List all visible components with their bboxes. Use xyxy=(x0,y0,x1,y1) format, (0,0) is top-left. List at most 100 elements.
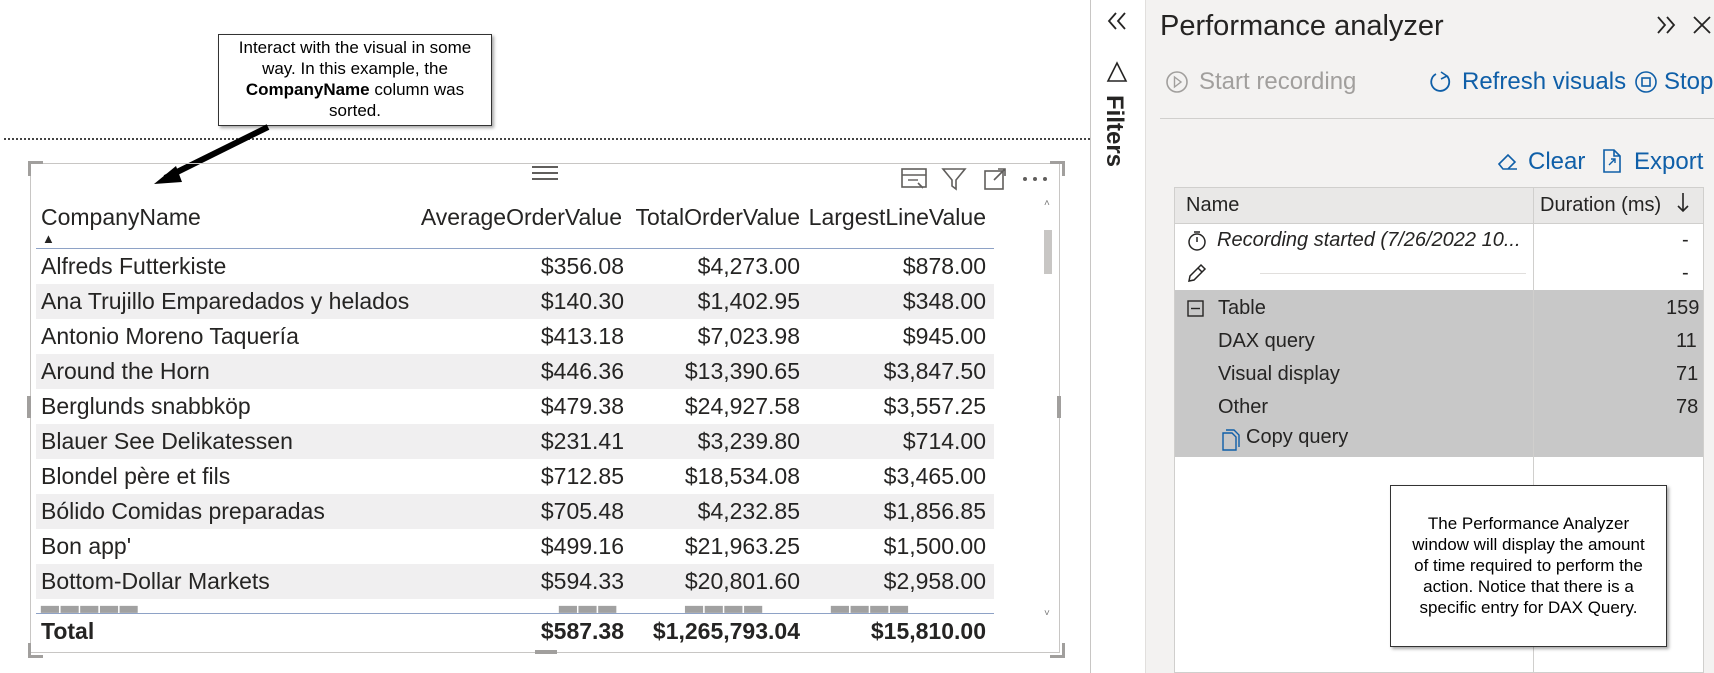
cell-largestlinevalue: $2,958.00 xyxy=(883,568,986,594)
cell-largestlinevalue: $3,465.00 xyxy=(883,463,986,489)
total-averageordervalue: $587.38 xyxy=(540,618,624,644)
chevrons-left-icon[interactable] xyxy=(1104,8,1130,39)
timer-icon xyxy=(1186,229,1208,258)
clear-label: Clear xyxy=(1528,148,1586,175)
cell-companyname: Berglunds snabbköp xyxy=(41,393,251,419)
cell-averageordervalue: $712.85 xyxy=(540,463,624,489)
collapse-icon[interactable] xyxy=(1186,299,1206,324)
resize-handle-top-left[interactable] xyxy=(28,161,43,176)
cell-companyname: Bólido Comidas preparadas xyxy=(41,498,325,524)
cell-totalordervalue: $3,239.80 xyxy=(697,428,800,454)
cell-companyname: Around the Horn xyxy=(41,358,210,384)
sort-ascending-icon: ▲ xyxy=(42,231,55,246)
filter-icon[interactable] xyxy=(941,166,967,197)
cell-companyname: Blondel père et fils xyxy=(41,463,231,489)
recording-started-entry[interactable]: Recording started (7/26/2022 10... xyxy=(1217,229,1521,252)
cell-totalordervalue: $4,273.00 xyxy=(697,253,800,279)
partial-row: ▂▂▂▂▂ ▂▂▂ ▂▂▂▂ ▂▂▂▂ xyxy=(36,604,994,613)
cell-largestlinevalue: $878.00 xyxy=(902,253,986,279)
cell-averageordervalue: $499.16 xyxy=(540,533,624,559)
resize-handle-top-right[interactable] xyxy=(1050,161,1065,176)
annotation-callout-duration: The Performance Analyzer window will dis… xyxy=(1390,485,1667,647)
focus-mode-icon[interactable] xyxy=(982,166,1008,197)
refresh-visuals-label: Refresh visuals xyxy=(1462,68,1627,95)
total-largestlinevalue: $15,810.00 xyxy=(870,618,986,644)
cell-companyname: Ana Trujillo Emparedados y helados xyxy=(41,288,410,314)
user-action-value: - xyxy=(1682,262,1689,284)
cell-companyname: Bottom-Dollar Markets xyxy=(41,568,270,594)
sort-down-icon[interactable] xyxy=(1674,190,1692,221)
other-entry[interactable]: Other xyxy=(1218,396,1268,419)
table-entry[interactable]: Table xyxy=(1218,297,1266,320)
resize-handle-left[interactable] xyxy=(27,396,31,418)
resize-handle-bottom-right[interactable] xyxy=(1050,643,1065,658)
cell-companyname: Bon app' xyxy=(41,533,132,559)
visual-display-entry[interactable]: Visual display xyxy=(1218,363,1340,386)
drag-grip-icon[interactable] xyxy=(531,164,559,187)
cell-totalordervalue: $24,927.58 xyxy=(684,393,800,419)
column-header-largestlinevalue[interactable]: LargestLineValue xyxy=(809,204,986,231)
pencil-icon xyxy=(1186,262,1208,289)
pane-divider xyxy=(1090,0,1091,673)
filters-pane-label[interactable]: Filters xyxy=(1100,95,1128,167)
cell-totalordervalue: $20,801.60 xyxy=(684,568,800,594)
cell-averageordervalue: $446.36 xyxy=(540,358,624,384)
cell-averageordervalue: $140.30 xyxy=(540,288,624,314)
export-icon xyxy=(1603,149,1621,173)
cell-largestlinevalue: $1,500.00 xyxy=(883,533,986,559)
export-label: Export xyxy=(1634,148,1704,175)
copy-icon xyxy=(1222,429,1240,451)
table-scrollbar[interactable]: ˄ ˅ xyxy=(1043,198,1053,619)
cell-averageordervalue: $479.38 xyxy=(540,393,624,419)
total-label: Total xyxy=(41,618,95,644)
pane-title: Performance analyzer xyxy=(1160,10,1444,42)
column-header-totalordervalue[interactable]: TotalOrderValue xyxy=(636,204,801,231)
cell-largestlinevalue: $3,847.50 xyxy=(883,358,986,384)
copy-query-label: Copy query xyxy=(1246,426,1349,448)
scroll-down-icon[interactable]: ˅ xyxy=(1044,608,1050,619)
cell-companyname: Alfreds Futterkiste xyxy=(41,253,227,279)
table-entry-value: 159 xyxy=(1666,297,1700,319)
scrollbar-thumb[interactable] xyxy=(1044,230,1052,274)
entry-divider xyxy=(1260,273,1526,274)
cell-averageordervalue: $413.18 xyxy=(540,323,624,349)
close-icon[interactable] xyxy=(1690,12,1714,43)
stop-icon xyxy=(1635,71,1657,93)
cell-totalordervalue: $18,534.08 xyxy=(684,463,800,489)
cell-largestlinevalue: $1,856.85 xyxy=(883,498,986,524)
resize-handle-bottom[interactable] xyxy=(535,650,557,654)
recording-started-value: - xyxy=(1682,229,1689,251)
visual-display-value: 71 xyxy=(1676,363,1699,385)
cell-totalordervalue: $21,963.25 xyxy=(684,533,800,559)
column-header-averageordervalue[interactable]: AverageOrderValue xyxy=(421,204,622,231)
filter-icon[interactable] xyxy=(1105,60,1129,89)
cell-averageordervalue: $231.41 xyxy=(540,428,624,454)
cell-companyname: Blauer See Delikatessen xyxy=(41,428,293,454)
toolbar-separator xyxy=(1160,118,1714,119)
cell-averageordervalue: $705.48 xyxy=(540,498,624,524)
cell-averageordervalue: $594.33 xyxy=(540,568,624,594)
cell-totalordervalue: $13,390.65 xyxy=(684,358,800,384)
dax-query-entry[interactable]: DAX query xyxy=(1218,330,1315,353)
cell-totalordervalue: $7,023.98 xyxy=(697,323,800,349)
total-totalordervalue: $1,265,793.04 xyxy=(652,618,800,644)
dax-query-value: 11 xyxy=(1676,330,1697,352)
cell-companyname: Antonio Moreno Taquería xyxy=(41,323,299,349)
cell-totalordervalue: $4,232.85 xyxy=(697,498,800,524)
scroll-up-icon[interactable]: ˄ xyxy=(1044,198,1050,209)
eraser-icon xyxy=(1497,153,1517,170)
cell-largestlinevalue: $714.00 xyxy=(902,428,986,454)
cell-largestlinevalue: $3,557.25 xyxy=(883,393,986,419)
column-header-name[interactable]: Name xyxy=(1186,194,1239,217)
refresh-icon xyxy=(1430,71,1451,92)
cell-averageordervalue: $356.08 xyxy=(540,253,624,279)
start-recording-label: Start recording xyxy=(1199,68,1357,95)
cell-largestlinevalue: $945.00 xyxy=(902,323,986,349)
resize-handle-right[interactable] xyxy=(1057,396,1061,418)
column-header-duration[interactable]: Duration (ms) xyxy=(1540,194,1661,217)
more-options-icon[interactable] xyxy=(1020,166,1050,197)
column-header-companyname[interactable]: CompanyName xyxy=(41,204,201,231)
visual-table-icon[interactable] xyxy=(900,166,928,197)
chevrons-right-icon[interactable] xyxy=(1653,12,1679,43)
play-circle-icon xyxy=(1166,71,1188,93)
